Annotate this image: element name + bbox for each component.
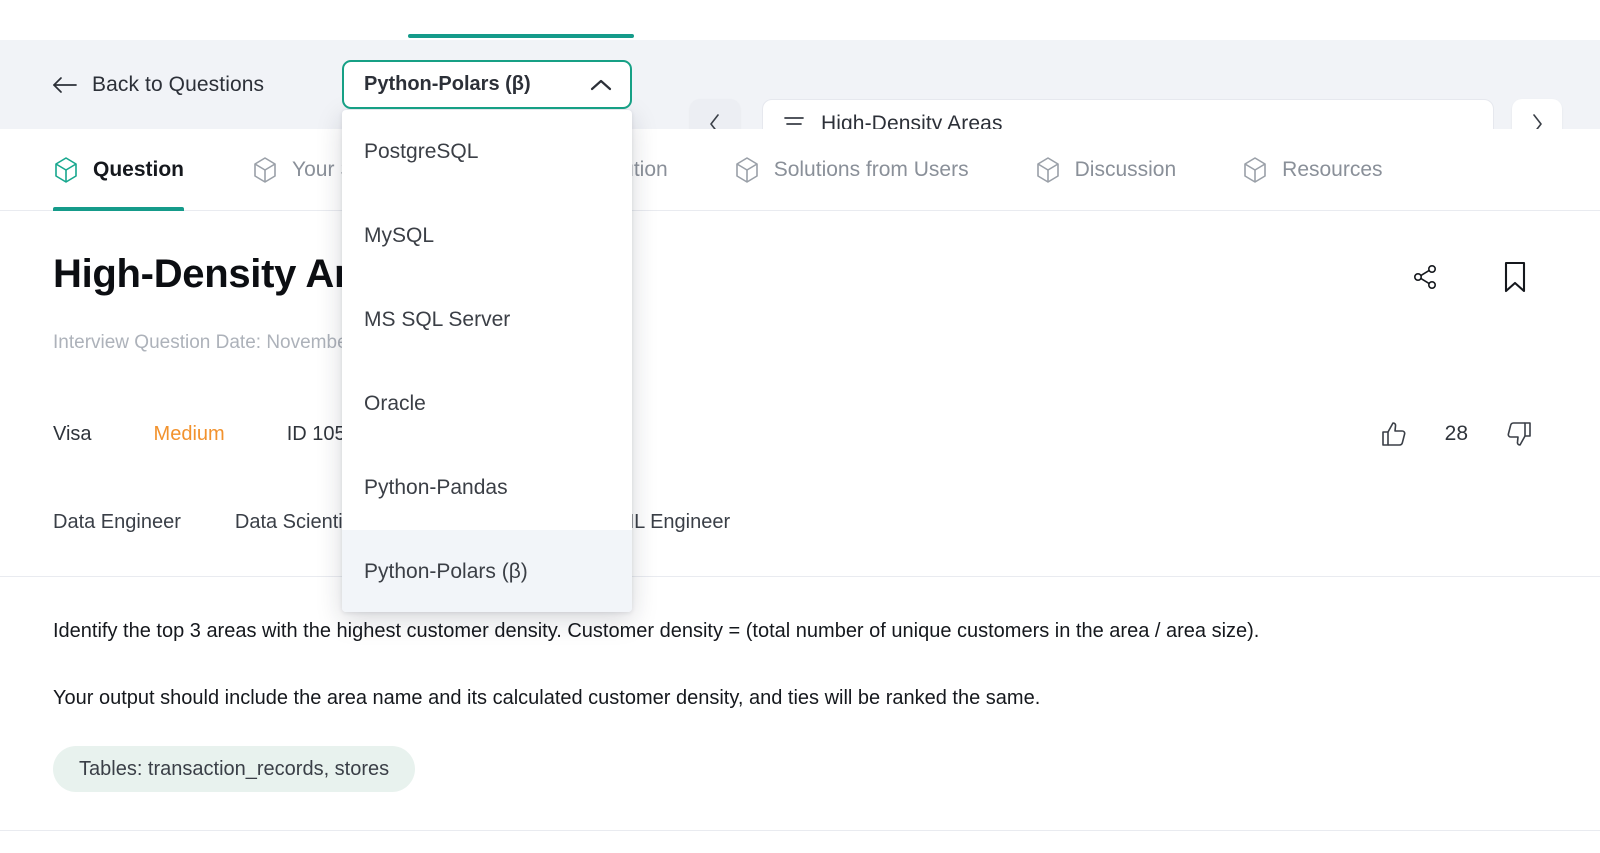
bottom-divider	[0, 830, 1600, 831]
language-option-ms-sql-server[interactable]: MS SQL Server	[342, 278, 632, 362]
description-paragraph-2: Your output should include the area name…	[53, 687, 1041, 709]
language-option-mysql[interactable]: MySQL	[342, 194, 632, 278]
cube-icon	[1035, 156, 1061, 184]
tab-discussion-label: Discussion	[1074, 157, 1177, 181]
description-paragraph-1: Identify the top 3 areas with the highes…	[53, 620, 1260, 642]
question-meta-row: Visa Medium ID 10512	[53, 423, 368, 446]
role-tag[interactable]: ML Engineer	[617, 511, 730, 534]
tab-question-label: Question	[93, 157, 185, 181]
page-root: Back to Questions High-Density Areas Que…	[0, 0, 1600, 853]
language-option-oracle[interactable]: Oracle	[342, 362, 632, 446]
cube-icon	[734, 156, 760, 184]
cube-icon	[53, 156, 79, 184]
language-select-button[interactable]: Python-Polars (β)	[342, 60, 632, 109]
tab-resources-label: Resources	[1282, 157, 1383, 181]
top-strip	[0, 0, 1600, 40]
difficulty-badge: Medium	[153, 423, 225, 445]
company-name: Visa	[53, 423, 92, 445]
share-icon[interactable]	[1410, 262, 1440, 292]
back-to-questions-button[interactable]: Back to Questions	[52, 73, 264, 97]
role-tag[interactable]: Data Scientist	[235, 511, 358, 534]
chevron-up-icon	[590, 78, 612, 92]
role-tag[interactable]: Data Engineer	[53, 511, 181, 534]
cube-icon	[1242, 156, 1268, 184]
language-option-postgresql[interactable]: PostgreSQL	[342, 110, 632, 194]
bookmark-icon[interactable]	[1502, 261, 1528, 293]
content-divider	[0, 576, 1600, 577]
tab-resources[interactable]: Resources	[1242, 129, 1383, 211]
tab-bar: Question Your Solution Official Solution…	[0, 129, 1600, 211]
tab-solutions-from-users-label: Solutions from Users	[773, 157, 969, 181]
language-select-value: Python-Polars (β)	[364, 73, 531, 95]
thumbs-up-icon[interactable]	[1379, 419, 1409, 449]
top-active-indicator	[408, 34, 634, 38]
arrow-left-icon	[52, 75, 78, 95]
language-option-python-pandas[interactable]: Python-Pandas	[342, 446, 632, 530]
cube-icon	[252, 156, 278, 184]
app-header: Back to Questions High-Density Areas	[0, 40, 1600, 149]
tab-discussion[interactable]: Discussion	[1035, 129, 1177, 211]
tab-solutions-from-users[interactable]: Solutions from Users	[734, 129, 969, 211]
tab-active-underline	[53, 206, 185, 211]
thumbs-down-icon[interactable]	[1504, 419, 1534, 449]
back-to-questions-label: Back to Questions	[92, 72, 265, 96]
vote-row: 28	[1379, 419, 1534, 449]
language-dropdown-menu: PostgreSQL MySQL MS SQL Server Oracle Py…	[342, 110, 632, 612]
vote-count: 28	[1444, 422, 1468, 445]
language-option-python-polars[interactable]: Python-Polars (β)	[342, 530, 632, 612]
tables-badge: Tables: transaction_records, stores	[53, 746, 416, 792]
question-header-actions	[1410, 261, 1528, 293]
tab-question[interactable]: Question	[53, 129, 185, 211]
